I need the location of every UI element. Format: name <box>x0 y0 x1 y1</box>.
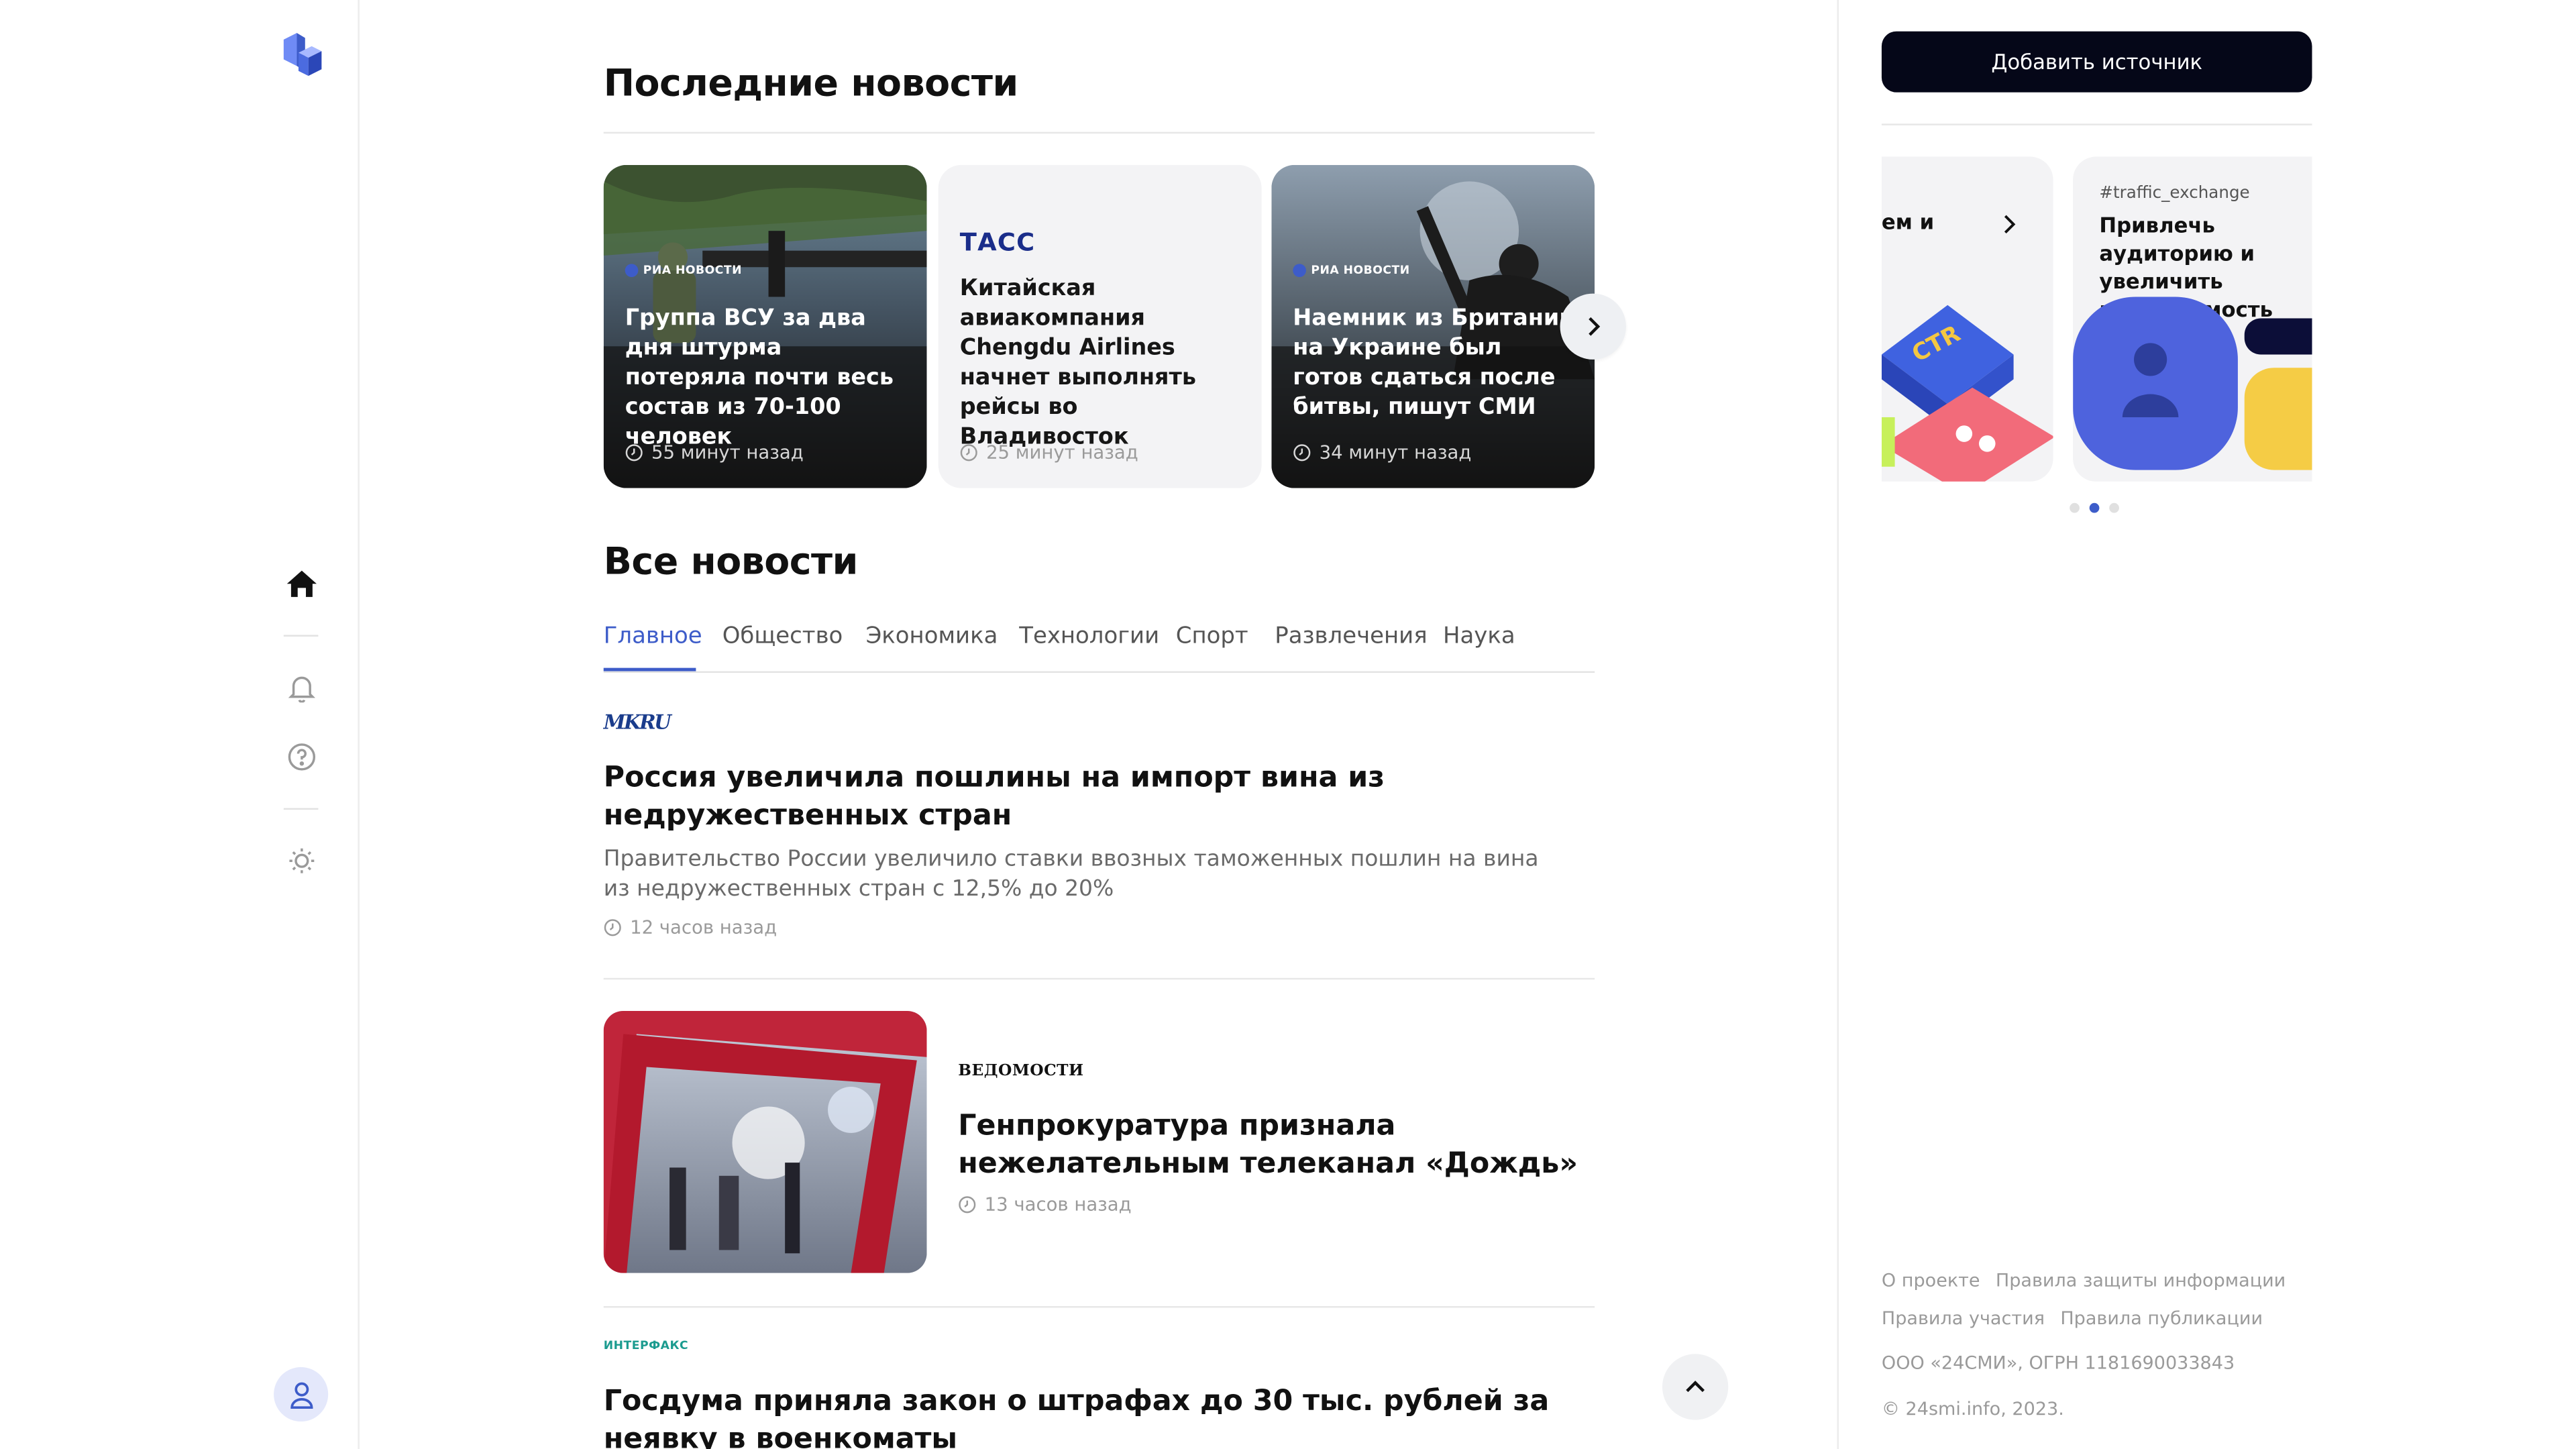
latest-news-heading: Последние новости <box>603 62 1018 106</box>
card-time: 34 минут назад <box>1293 442 1471 464</box>
news-card[interactable]: РИА НОВОСТИ Группа ВСУ за два дня штурма… <box>603 164 927 488</box>
sun-icon[interactable] <box>284 843 320 879</box>
article-source-logo: ИНТЕРФАКС <box>603 1339 689 1352</box>
ria-logo-icon <box>1293 264 1306 277</box>
footer-link-publication[interactable]: Правила публикации <box>2060 1307 2263 1329</box>
clock-icon <box>1293 444 1311 462</box>
card-title: Китайская авиакомпания Chengdu Airlines … <box>959 275 1197 451</box>
footer-link-about[interactable]: О проекте <box>1882 1270 1980 1291</box>
ria-logo-icon <box>625 264 639 277</box>
promo-illustration <box>2073 297 2312 470</box>
add-source-button[interactable]: Добавить источник <box>1881 31 2312 93</box>
article-title[interactable]: Россия увеличила пошлины на импорт вина … <box>604 760 1595 836</box>
chevron-right-icon <box>1589 317 1601 336</box>
article-source-logo: ВЕДОМОСТИ <box>958 1062 1084 1081</box>
tab-technology[interactable]: Технологии <box>1019 623 1159 649</box>
news-card[interactable]: ТАСС Китайская авиакомпания Chengdu Airl… <box>938 164 1262 488</box>
footer-copyright: © 24smi.info, 2023. <box>1881 1398 2064 1420</box>
tab-sport[interactable]: Спорт <box>1176 623 1248 649</box>
user-icon[interactable] <box>274 1366 329 1422</box>
card-source: ТАСС <box>959 227 1036 258</box>
all-news-heading: Все новости <box>603 541 859 584</box>
footer-link-participation[interactable]: Правила участия <box>1882 1307 2045 1329</box>
carousel-pagination <box>2070 502 2119 513</box>
sidebar <box>0 0 360 1449</box>
card-source: РИА НОВОСТИ <box>1293 264 1409 277</box>
article-thumbnail[interactable] <box>603 1010 927 1273</box>
sidebar-divider <box>283 635 319 637</box>
divider <box>1881 123 2312 125</box>
pagination-dot[interactable] <box>2070 502 2080 513</box>
bell-icon[interactable] <box>284 669 320 706</box>
card-source: РИА НОВОСТИ <box>625 264 742 277</box>
pagination-dot-active[interactable] <box>2089 502 2100 513</box>
divider <box>603 131 1595 134</box>
tab-society[interactable]: Общество <box>722 623 843 649</box>
article-source-logo: MKRU <box>603 710 672 734</box>
active-tab-indicator <box>603 667 696 672</box>
footer-links-row: Правила участия Правила публикации <box>1882 1307 2273 1329</box>
article-description: Правительство России увеличило ставки вв… <box>603 847 1539 902</box>
right-rail: Добавить источник ем и CTR #traffic_exch… <box>1837 0 2576 1449</box>
article-time: 13 часов назад <box>958 1194 1132 1216</box>
card-title: Группа ВСУ за два дня штурма потеряла по… <box>625 305 894 451</box>
card-time: 55 минут назад <box>625 442 804 464</box>
carousel-next-button[interactable] <box>1560 293 1626 360</box>
tab-economy[interactable]: Экономика <box>866 623 998 649</box>
site-logo-icon[interactable] <box>278 30 325 79</box>
tab-entertainment[interactable]: Развлечения <box>1275 623 1427 649</box>
footer-link-privacy[interactable]: Правила защиты информации <box>1996 1270 2286 1291</box>
promo-carousel: ем и CTR #traffic_exchange Привлечь ауди… <box>1881 156 2312 482</box>
clock-icon <box>959 1196 976 1214</box>
card-time: 25 минут назад <box>960 442 1138 464</box>
promo-illustration <box>1881 305 2053 482</box>
divider <box>603 1305 1595 1308</box>
scroll-to-top-button[interactable] <box>1662 1354 1729 1420</box>
card-title: Наемник из Британии на Украине был готов… <box>1293 305 1575 421</box>
chevron-right-icon <box>2004 215 2016 234</box>
promo-title: ем и <box>1881 209 1935 235</box>
question-circle-icon[interactable] <box>284 739 320 775</box>
category-tabs: Главное Общество Экономика Технологии Сп… <box>603 623 1595 673</box>
promo-tag: #traffic_exchange <box>2099 184 2250 203</box>
promo-card[interactable]: #traffic_exchange Привлечь аудиторию и у… <box>2073 156 2312 482</box>
tab-main[interactable]: Главное <box>604 623 702 649</box>
latest-news-carousel: РИА НОВОСТИ Группа ВСУ за два дня штурма… <box>603 164 1626 488</box>
clock-icon <box>604 919 621 936</box>
clock-icon <box>960 444 977 462</box>
tab-science[interactable]: Наука <box>1443 623 1515 649</box>
divider <box>603 977 1595 980</box>
news-card[interactable]: РИА НОВОСТИ Наемник из Британии на Украи… <box>1271 164 1595 488</box>
article-time: 12 часов назад <box>604 917 777 938</box>
home-icon[interactable] <box>284 566 320 602</box>
pagination-dot[interactable] <box>2109 502 2119 513</box>
article-title[interactable]: Генпрокуратура признала нежелательным те… <box>958 1108 1585 1184</box>
footer-company: ООО «24СМИ», ОГРН 1181690033843 <box>1881 1352 2235 1374</box>
chevron-up-icon <box>1686 1381 1705 1393</box>
footer-links-row: О проекте Правила защиты информации <box>1882 1270 2296 1291</box>
article-title[interactable]: Госдума приняла закон о штрафах до 30 ты… <box>604 1384 1595 1449</box>
sidebar-divider <box>283 808 319 810</box>
clock-icon <box>625 444 643 462</box>
promo-card[interactable]: ем и CTR <box>1881 156 2053 482</box>
